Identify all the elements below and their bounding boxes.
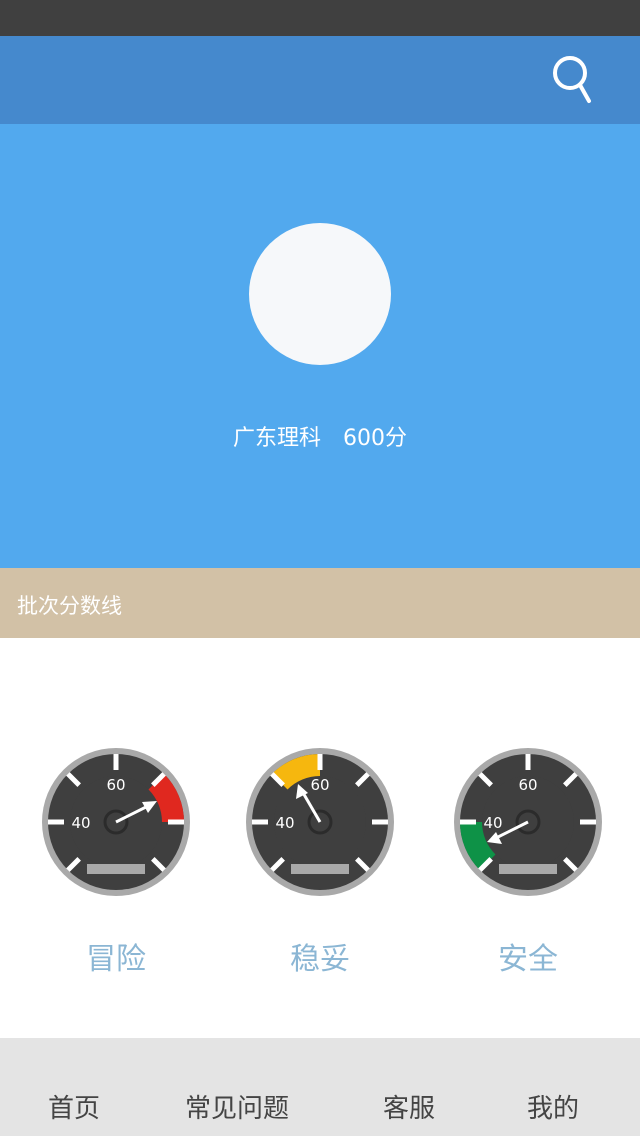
speedometer-icon: 60 40 <box>246 748 394 896</box>
province-subject: 广东理科 <box>232 426 321 451</box>
gauge-safe[interactable]: 60 40 <box>452 746 604 898</box>
section-header[interactable]: 批次分数线 <box>0 568 640 638</box>
tick-label-40: 40 <box>275 814 294 832</box>
gauge-steady[interactable]: 60 40 <box>244 746 396 898</box>
tick-label-60: 60 <box>310 776 329 794</box>
gauge-risky[interactable]: 60 40 <box>40 746 192 898</box>
bottom-tab-bar: 首页 常见问题 客服 我的 <box>0 1038 640 1136</box>
tab-home[interactable]: 首页 <box>48 1088 100 1125</box>
tab-faq[interactable]: 常见问题 <box>185 1088 289 1125</box>
tab-customer-service[interactable]: 客服 <box>383 1088 435 1125</box>
tick-label-60: 60 <box>518 776 537 794</box>
search-icon <box>553 56 591 103</box>
search-button[interactable] <box>550 54 600 108</box>
gauge-label-safe: 安全 <box>498 942 558 977</box>
tick-label-40: 40 <box>483 814 502 832</box>
section-title: 批次分数线 <box>17 594 122 618</box>
top-app-bar <box>0 36 640 124</box>
gauge-label-steady: 稳妥 <box>290 942 350 977</box>
gauge-label-risky: 冒险 <box>86 942 146 977</box>
tick-label-40: 40 <box>71 814 90 832</box>
tab-mine[interactable]: 我的 <box>527 1088 579 1125</box>
avatar[interactable] <box>249 223 391 365</box>
status-bar <box>0 0 640 36</box>
gauge-panel: 60 40 冒险 60 40 稳妥 60 40 安全 <box>0 638 640 1038</box>
speedometer-icon: 60 40 <box>454 748 602 896</box>
score-value: 600分 <box>343 426 407 451</box>
speedometer-icon: 60 40 <box>42 748 190 896</box>
profile-info: 广东理科 600分 <box>0 420 640 452</box>
profile-hero: 广东理科 600分 <box>0 124 640 568</box>
tick-label-60: 60 <box>106 776 125 794</box>
